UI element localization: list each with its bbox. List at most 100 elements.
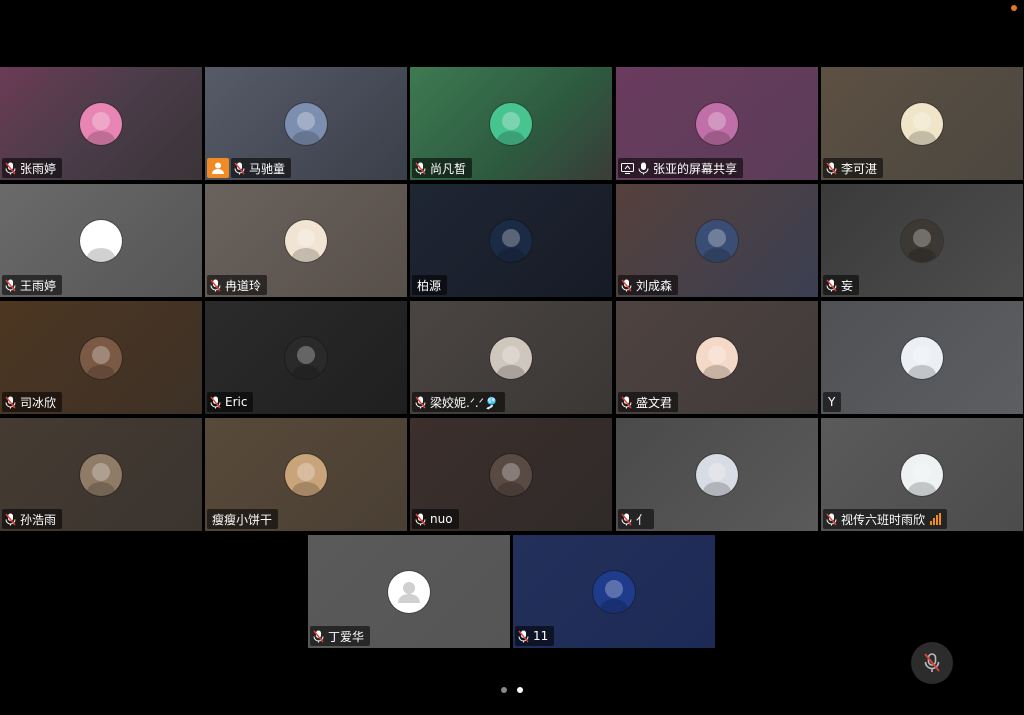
participant-name: Eric [225, 395, 248, 409]
participant-tile[interactable]: 刘成森 [616, 184, 818, 297]
avatar [80, 337, 122, 379]
avatar [490, 220, 532, 262]
participant-name: 盛文君 [636, 395, 673, 410]
avatar [593, 571, 635, 613]
participant-name: 11 [533, 629, 549, 643]
participant-name-label: 丁爱华 [310, 626, 371, 646]
participant-name: 视传六班时雨欣 [841, 512, 926, 527]
mic-muted-icon [826, 513, 837, 526]
mic-muted-icon [826, 162, 837, 175]
participant-name-label: 司冰欣 [2, 392, 63, 412]
mic-muted-icon [415, 396, 426, 409]
mic-muted-icon [621, 396, 632, 409]
participant-name-label: 尚凡皙 [412, 158, 473, 178]
participant-tile[interactable]: 王雨婷 [0, 184, 202, 297]
mute-toggle-button[interactable] [911, 642, 953, 684]
participant-name: 梁姣妮.ᐟ.ᐟ🎐 [430, 395, 499, 410]
mic-muted-icon [234, 162, 245, 175]
participant-tile[interactable]: 梁姣妮.ᐟ.ᐟ🎐 [410, 301, 612, 414]
participant-tile[interactable]: 张亚的屏幕共享 [616, 67, 818, 180]
participant-tile[interactable]: 盛文君 [616, 301, 818, 414]
participant-tile[interactable]: 柏源 [410, 184, 612, 297]
avatar [285, 220, 327, 262]
avatar [285, 454, 327, 496]
participant-name-label: 孙浩雨 [2, 509, 63, 529]
network-signal-icon [930, 513, 942, 525]
mic-muted-icon [210, 279, 221, 292]
avatar [490, 337, 532, 379]
participant-tile[interactable]: 冉道玲 [205, 184, 407, 297]
participant-tile[interactable]: 妄 [821, 184, 1023, 297]
avatar [696, 220, 738, 262]
participant-name-label: 妄 [823, 275, 860, 295]
mic-muted-icon [5, 279, 16, 292]
mic-on-icon [638, 162, 649, 175]
mic-muted-icon [621, 513, 632, 526]
status-dot [1011, 5, 1017, 11]
mic-muted-icon [415, 162, 426, 175]
participant-name: 柏源 [417, 278, 442, 293]
participant-tile[interactable]: 11 [513, 535, 715, 648]
page-indicator[interactable] [0, 687, 1024, 693]
mic-muted-icon [621, 279, 632, 292]
avatar [696, 454, 738, 496]
participant-name-label: 王雨婷 [2, 275, 63, 295]
participant-tile[interactable]: 尚凡皙 [410, 67, 612, 180]
participant-name: 李可湛 [841, 161, 878, 176]
participant-name: 尚凡皙 [430, 161, 467, 176]
participant-tile[interactable]: 孙浩雨 [0, 418, 202, 531]
participant-name-label: 11 [515, 626, 555, 646]
avatar [285, 337, 327, 379]
participant-tile[interactable]: nuo [410, 418, 612, 531]
avatar [901, 337, 943, 379]
avatar [80, 103, 122, 145]
participant-name-label: 梁姣妮.ᐟ.ᐟ🎐 [412, 392, 505, 412]
avatar [901, 454, 943, 496]
participant-name-label: 瘦瘦小饼干 [207, 509, 279, 529]
participant-name-label: 视传六班时雨欣 [823, 509, 948, 529]
participant-tile[interactable]: 司冰欣 [0, 301, 202, 414]
participant-name: 孙浩雨 [20, 512, 57, 527]
participant-name: Y [828, 395, 836, 409]
page-dot-1[interactable] [501, 687, 507, 693]
participant-name: 张雨婷 [20, 161, 57, 176]
participant-tile[interactable]: 丁爱华 [308, 535, 510, 648]
mic-muted-icon [5, 162, 16, 175]
participant-name: 亻 [636, 512, 649, 527]
participant-tile[interactable]: 瘦瘦小饼干 [205, 418, 407, 531]
avatar [388, 571, 430, 613]
participant-name: 瘦瘦小饼干 [212, 512, 273, 527]
participant-name-label: 冉道玲 [207, 275, 268, 295]
participant-tile[interactable]: 视传六班时雨欣 [821, 418, 1023, 531]
avatar [901, 220, 943, 262]
avatar [285, 103, 327, 145]
participant-name-label: Y [823, 392, 842, 412]
mic-muted-icon [313, 630, 324, 643]
participant-name: 冉道玲 [225, 278, 262, 293]
participant-name-label: 盛文君 [618, 392, 679, 412]
avatar [490, 103, 532, 145]
participant-name: nuo [430, 512, 453, 526]
avatar [80, 454, 122, 496]
participant-tile[interactable]: Y [821, 301, 1023, 414]
avatar [80, 220, 122, 262]
participant-tile[interactable]: 张雨婷 [0, 67, 202, 180]
participant-name: 妄 [841, 278, 854, 293]
participant-name-label: 柏源 [412, 275, 448, 295]
participant-tile[interactable]: 亻 [616, 418, 818, 531]
participant-name: 王雨婷 [20, 278, 57, 293]
participant-name-label: Eric [207, 392, 254, 412]
mic-muted-icon [518, 630, 529, 643]
mic-muted-icon [5, 513, 16, 526]
participant-name: 刘成森 [636, 278, 673, 293]
participant-name: 马驰童 [249, 161, 286, 176]
host-icon [207, 158, 229, 178]
participant-name: 丁爱华 [328, 629, 365, 644]
mic-muted-icon [924, 653, 940, 672]
mic-muted-icon [5, 396, 16, 409]
participant-tile[interactable]: Eric [205, 301, 407, 414]
participant-tile[interactable]: 马驰童 [205, 67, 407, 180]
participant-tile[interactable]: 李可湛 [821, 67, 1023, 180]
avatar [696, 337, 738, 379]
page-dot-2[interactable] [517, 687, 523, 693]
